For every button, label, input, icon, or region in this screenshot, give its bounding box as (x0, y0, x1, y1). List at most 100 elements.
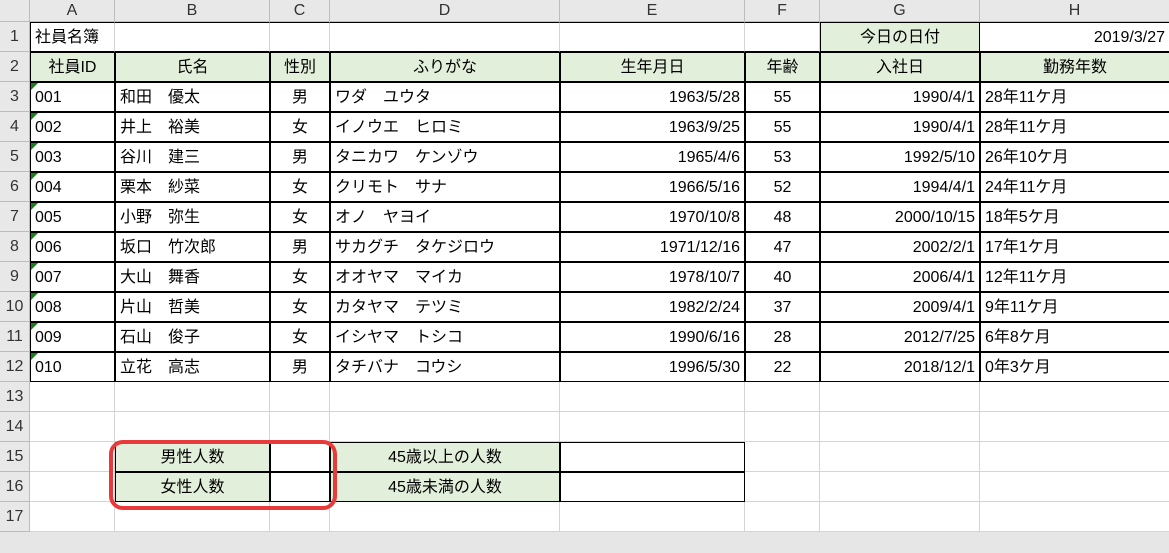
cell[interactable] (745, 472, 820, 502)
row-header-5[interactable]: 5 (0, 142, 30, 172)
cell-name[interactable]: 谷川 建三 (115, 142, 270, 172)
cell-age[interactable]: 22 (745, 352, 820, 382)
col-header-D[interactable]: D (330, 0, 560, 22)
row-header-17[interactable]: 17 (0, 502, 30, 532)
row-header-16[interactable]: 16 (0, 472, 30, 502)
cell[interactable] (980, 382, 1169, 412)
row-header-9[interactable]: 9 (0, 262, 30, 292)
cell-tenure[interactable]: 17年1ケ月 (980, 232, 1169, 262)
header-sex[interactable]: 性別 (270, 52, 330, 82)
under45-label[interactable]: 45歳未満の人数 (330, 472, 560, 502)
cell-age[interactable]: 55 (745, 112, 820, 142)
cell-kana[interactable]: イノウエ ヒロミ (330, 112, 560, 142)
cell-hire[interactable]: 2018/12/1 (820, 352, 980, 382)
title-cell[interactable]: 社員名簿 (30, 22, 115, 52)
cell[interactable] (745, 412, 820, 442)
cell-tenure[interactable]: 28年11ケ月 (980, 112, 1169, 142)
cell-hire[interactable]: 2006/4/1 (820, 262, 980, 292)
col-header-F[interactable]: F (745, 0, 820, 22)
cell-sex[interactable]: 女 (270, 262, 330, 292)
cell-tenure[interactable]: 6年8ケ月 (980, 322, 1169, 352)
cell-birth[interactable]: 1963/9/25 (560, 112, 745, 142)
cell[interactable] (980, 502, 1169, 532)
cell-id[interactable]: 009 (30, 322, 115, 352)
cell-kana[interactable]: イシヤマ トシコ (330, 322, 560, 352)
cell[interactable] (980, 412, 1169, 442)
cell-tenure[interactable]: 18年5ケ月 (980, 202, 1169, 232)
cell-name[interactable]: 栗本 紗菜 (115, 172, 270, 202)
header-hire[interactable]: 入社日 (820, 52, 980, 82)
cell-age[interactable]: 52 (745, 172, 820, 202)
col-header-E[interactable]: E (560, 0, 745, 22)
cell-id[interactable]: 006 (30, 232, 115, 262)
cell-hire[interactable]: 2002/2/1 (820, 232, 980, 262)
male-count-label[interactable]: 男性人数 (115, 442, 270, 472)
over45-label[interactable]: 45歳以上の人数 (330, 442, 560, 472)
cell[interactable] (980, 442, 1169, 472)
header-tenure[interactable]: 勤務年数 (980, 52, 1169, 82)
cell[interactable] (745, 502, 820, 532)
cell-hire[interactable]: 2012/7/25 (820, 322, 980, 352)
cell-id[interactable]: 010 (30, 352, 115, 382)
cell[interactable] (560, 22, 745, 52)
cell-age[interactable]: 55 (745, 82, 820, 112)
cell[interactable] (30, 382, 115, 412)
row-header-8[interactable]: 8 (0, 232, 30, 262)
cell[interactable] (330, 22, 560, 52)
female-count-value[interactable] (270, 472, 330, 502)
row-header-12[interactable]: 12 (0, 352, 30, 382)
cell-kana[interactable]: クリモト サナ (330, 172, 560, 202)
cell-sex[interactable]: 男 (270, 352, 330, 382)
col-header-H[interactable]: H (980, 0, 1169, 22)
row-header-11[interactable]: 11 (0, 322, 30, 352)
cell-sex[interactable]: 女 (270, 112, 330, 142)
cell[interactable] (30, 502, 115, 532)
cell-kana[interactable]: タニカワ ケンゾウ (330, 142, 560, 172)
cell-tenure[interactable]: 9年11ケ月 (980, 292, 1169, 322)
cell-sex[interactable]: 女 (270, 322, 330, 352)
male-count-value[interactable] (270, 442, 330, 472)
cell[interactable] (745, 22, 820, 52)
cell-id[interactable]: 003 (30, 142, 115, 172)
cell-kana[interactable]: オオヤマ マイカ (330, 262, 560, 292)
cell-kana[interactable]: オノ ヤヨイ (330, 202, 560, 232)
cell-birth[interactable]: 1965/4/6 (560, 142, 745, 172)
cell[interactable] (270, 22, 330, 52)
row-header-14[interactable]: 14 (0, 412, 30, 442)
cell[interactable] (270, 502, 330, 532)
cell-sex[interactable]: 女 (270, 172, 330, 202)
row-header-13[interactable]: 13 (0, 382, 30, 412)
cell-tenure[interactable]: 0年3ケ月 (980, 352, 1169, 382)
cell-birth[interactable]: 1966/5/16 (560, 172, 745, 202)
row-header-1[interactable]: 1 (0, 22, 30, 52)
cell-birth[interactable]: 1990/6/16 (560, 322, 745, 352)
cell-age[interactable]: 37 (745, 292, 820, 322)
cell[interactable] (820, 382, 980, 412)
header-kana[interactable]: ふりがな (330, 52, 560, 82)
cell-id[interactable]: 001 (30, 82, 115, 112)
cell-kana[interactable]: ワダ ユウタ (330, 82, 560, 112)
cell[interactable] (115, 412, 270, 442)
cell-id[interactable]: 007 (30, 262, 115, 292)
cell-hire[interactable]: 1992/5/10 (820, 142, 980, 172)
cell-sex[interactable]: 男 (270, 142, 330, 172)
header-birth[interactable]: 生年月日 (560, 52, 745, 82)
cell[interactable] (330, 502, 560, 532)
cell-birth[interactable]: 1963/5/28 (560, 82, 745, 112)
cell[interactable] (270, 382, 330, 412)
cell-age[interactable]: 47 (745, 232, 820, 262)
cell[interactable] (270, 412, 330, 442)
header-age[interactable]: 年齢 (745, 52, 820, 82)
cell-sex[interactable]: 男 (270, 82, 330, 112)
today-label[interactable]: 今日の日付 (820, 22, 980, 52)
cell-hire[interactable]: 2009/4/1 (820, 292, 980, 322)
header-name[interactable]: 氏名 (115, 52, 270, 82)
cell-id[interactable]: 002 (30, 112, 115, 142)
header-id[interactable]: 社員ID (30, 52, 115, 82)
cell-birth[interactable]: 1982/2/24 (560, 292, 745, 322)
row-header-4[interactable]: 4 (0, 112, 30, 142)
cell[interactable] (30, 442, 115, 472)
cell[interactable] (115, 382, 270, 412)
cell-hire[interactable]: 1994/4/1 (820, 172, 980, 202)
col-header-A[interactable]: A (30, 0, 115, 22)
